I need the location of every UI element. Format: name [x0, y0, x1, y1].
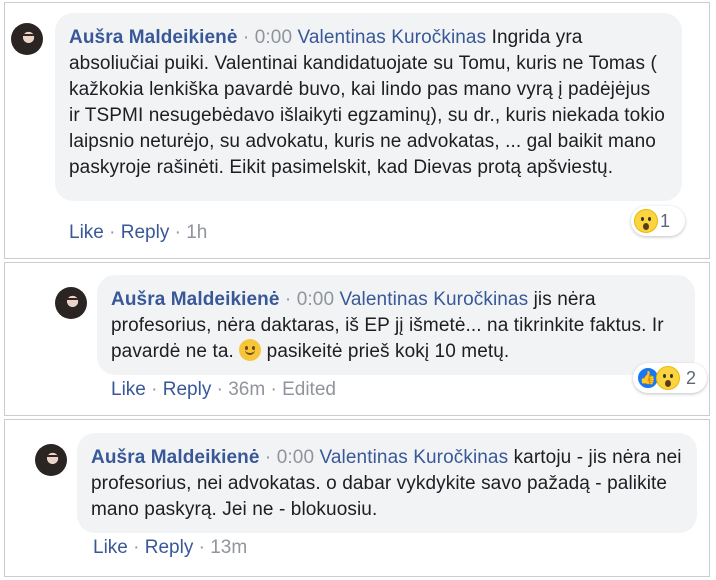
reply-button[interactable]: Reply: [145, 537, 194, 558]
mention-link[interactable]: Valentinas Kuročkinas: [320, 447, 509, 468]
comment-actions: Like · Reply · 36m · Edited: [111, 379, 336, 401]
separator-dot: ·: [265, 379, 283, 400]
comment-text-continued: pasikeitė prieš kokį 10 metų.: [261, 341, 510, 362]
comment-age[interactable]: 13m: [210, 537, 247, 558]
reply-button[interactable]: Reply: [121, 222, 170, 243]
comment-panel: Aušra Maldeikienė · 0:00 Valentinas Kuro…: [4, 262, 710, 416]
reactions-summary[interactable]: 1: [631, 206, 685, 236]
reactions-summary[interactable]: 👍 2: [633, 363, 707, 393]
separator-dot: ·: [259, 447, 277, 468]
like-button[interactable]: Like: [69, 222, 104, 243]
reaction-count: 2: [686, 367, 697, 388]
separator-dot: ·: [103, 222, 121, 243]
timestamp[interactable]: 0:00: [255, 27, 292, 48]
separator-dot: ·: [279, 289, 297, 310]
reply-button[interactable]: Reply: [163, 379, 212, 400]
separator-dot: ·: [127, 537, 145, 558]
author-name[interactable]: Aušra Maldeikienė: [69, 27, 238, 48]
separator-dot: ·: [193, 537, 211, 558]
comment-age[interactable]: 1h: [186, 222, 207, 243]
author-name[interactable]: Aušra Maldeikienė: [91, 447, 260, 468]
smiley-icon: [239, 339, 262, 361]
mention-link[interactable]: Valentinas Kuročkinas: [340, 289, 529, 310]
wow-icon: [656, 366, 680, 390]
timestamp[interactable]: 0:00: [297, 289, 334, 310]
comment-text: Ingrida yra absoliučiai puiki. Valentina…: [69, 27, 665, 178]
comment-bubble: Aušra Maldeikienė · 0:00 Valentinas Kuro…: [55, 13, 682, 201]
avatar[interactable]: [55, 287, 87, 319]
separator-dot: ·: [211, 379, 229, 400]
separator-dot: ·: [169, 222, 187, 243]
comment-panel: Aušra Maldeikienė · 0:00 Valentinas Kuro…: [4, 419, 710, 577]
timestamp[interactable]: 0:00: [277, 447, 314, 468]
avatar[interactable]: [35, 444, 67, 476]
comment-actions: Like · Reply · 1h: [69, 222, 207, 244]
avatar[interactable]: [11, 23, 43, 55]
comment-actions: Like · Reply · 13m: [93, 537, 247, 559]
comment-bubble: Aušra Maldeikienė · 0:00 Valentinas Kuro…: [77, 433, 697, 533]
reaction-count: 1: [660, 210, 671, 231]
author-name[interactable]: Aušra Maldeikienė: [111, 289, 280, 310]
separator-dot: ·: [145, 379, 163, 400]
comment-panel: Aušra Maldeikienė · 0:00 Valentinas Kuro…: [4, 2, 710, 259]
comment-bubble: Aušra Maldeikienė · 0:00 Valentinas Kuro…: [97, 275, 695, 375]
like-button[interactable]: Like: [111, 379, 146, 400]
wow-icon: [634, 209, 658, 233]
separator-dot: ·: [237, 27, 255, 48]
edited-label[interactable]: Edited: [282, 379, 336, 400]
like-button[interactable]: Like: [93, 537, 128, 558]
mention-link[interactable]: Valentinas Kuročkinas: [298, 27, 487, 48]
comment-age[interactable]: 36m: [228, 379, 265, 400]
